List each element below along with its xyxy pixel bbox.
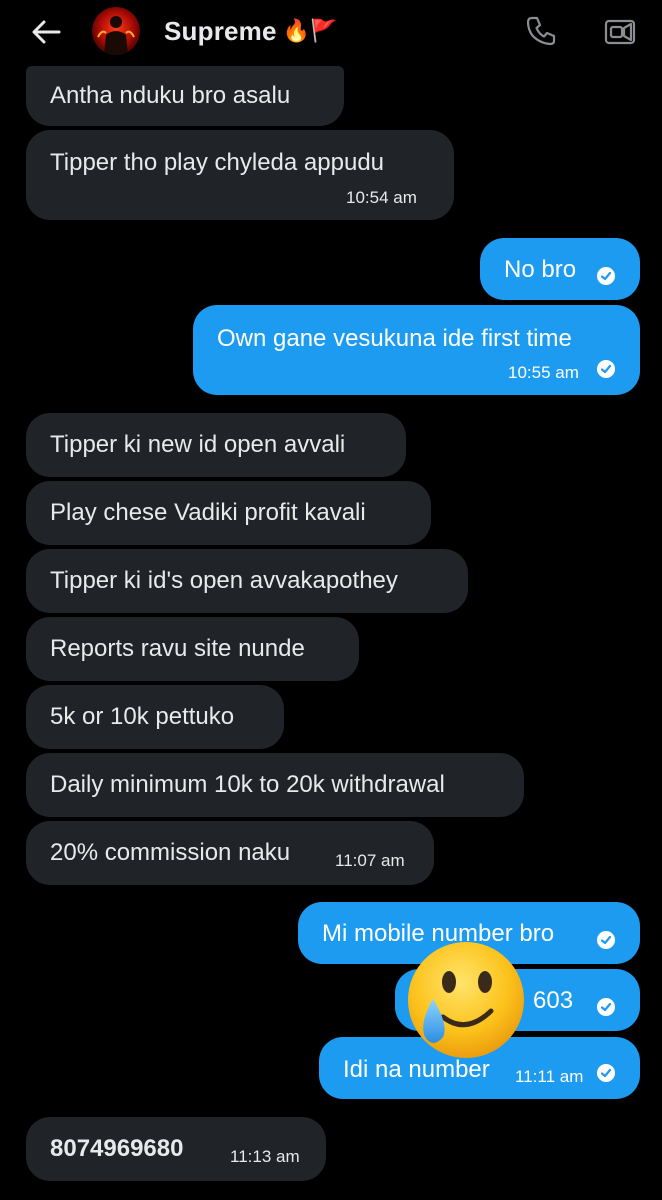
- message-timestamp: 10:54 am: [346, 188, 417, 207]
- phone-icon[interactable]: [523, 13, 559, 49]
- message-text: Own gane vesukuna ide first time: [217, 325, 572, 352]
- message-text: Tipper ki new id open avvali: [50, 431, 346, 458]
- smiling-face-with-tear-icon: [408, 942, 524, 1058]
- message-timestamp: 11:11 am: [515, 1067, 584, 1086]
- message-received[interactable]: Tipper ki id's open avvakapothey: [26, 549, 468, 613]
- message-received[interactable]: Tipper tho play chyleda appudu 10:54 am: [26, 130, 454, 220]
- message-received[interactable]: 8074969680 11:13 am: [26, 1117, 326, 1181]
- avatar[interactable]: [92, 7, 140, 55]
- message-text: No bro: [504, 256, 577, 283]
- contact-title[interactable]: Supreme 🔥🚩: [164, 14, 337, 48]
- back-arrow-icon[interactable]: [28, 14, 64, 50]
- read-check-icon: [597, 998, 615, 1016]
- message-text: 5k or 10k pettuko: [50, 703, 235, 730]
- message-received[interactable]: Play chese Vadiki profit kavali: [26, 481, 431, 545]
- message-text: Tipper tho play chyleda appudu: [50, 149, 385, 176]
- message-text: Antha nduku bro asalu: [50, 82, 291, 109]
- contact-name: Supreme: [164, 15, 277, 46]
- video-call-icon[interactable]: [602, 13, 638, 49]
- message-text: Reports ravu site nunde: [50, 635, 305, 662]
- message-timestamp: 11:07 am: [335, 851, 405, 870]
- message-text: Tipper ki id's open avvakapothey: [50, 567, 398, 594]
- message-text: Daily minimum 10k to 20k withdrawal: [50, 771, 445, 798]
- message-text: 603: [533, 987, 574, 1014]
- read-check-icon: [597, 1064, 615, 1082]
- message-received[interactable]: Daily minimum 10k to 20k withdrawal: [26, 753, 524, 817]
- message-text: 20% commission naku: [50, 839, 291, 866]
- message-timestamp: 11:13 am: [230, 1147, 300, 1166]
- message-timestamp: 10:55 am: [508, 363, 579, 382]
- read-check-icon: [597, 360, 615, 378]
- read-check-icon: [597, 931, 615, 949]
- chat-header: Supreme 🔥🚩: [0, 0, 662, 62]
- message-received[interactable]: Antha nduku bro asalu: [26, 66, 344, 126]
- message-text: Play chese Vadiki profit kavali: [50, 499, 366, 526]
- message-sent[interactable]: No bro: [480, 238, 640, 300]
- message-text: 8074969680: [50, 1135, 184, 1162]
- message-received[interactable]: Tipper ki new id open avvali: [26, 413, 406, 477]
- read-check-icon: [597, 267, 615, 285]
- name-emoji: 🔥🚩: [282, 18, 338, 44]
- message-received[interactable]: 5k or 10k pettuko: [26, 685, 284, 749]
- message-sent[interactable]: Own gane vesukuna ide first time 10:55 a…: [193, 305, 640, 395]
- message-received[interactable]: 20% commission naku 11:07 am: [26, 821, 434, 885]
- message-received[interactable]: Reports ravu site nunde: [26, 617, 359, 681]
